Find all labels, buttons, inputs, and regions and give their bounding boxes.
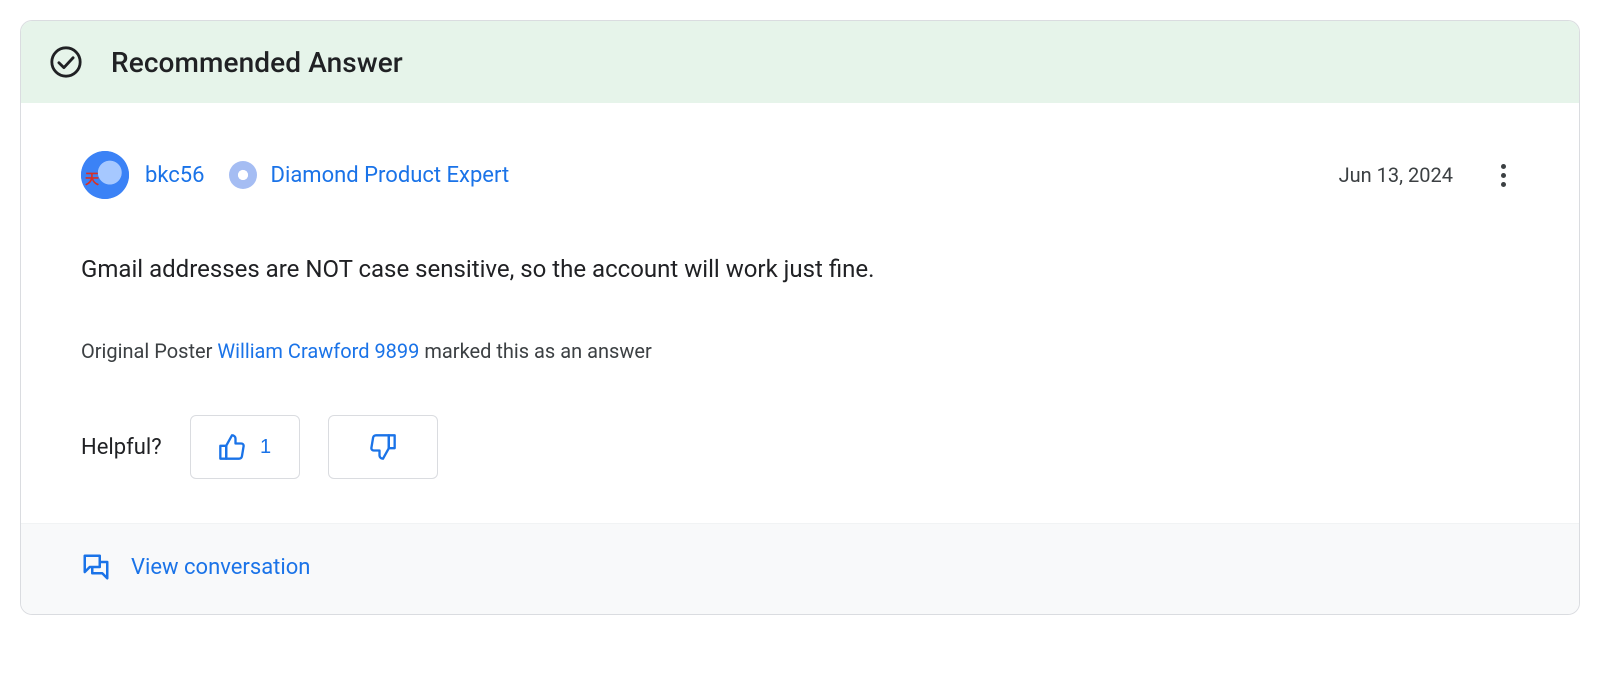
card-body: 天 bkc56 ✦ Diamond Product Expert Jun 13,… [21,103,1579,523]
view-conversation-button[interactable]: View conversation [81,552,310,582]
answer-body: Gmail addresses are NOT case sensitive, … [81,251,1519,287]
card-footer: View conversation [21,523,1579,614]
downvote-button[interactable] [328,415,438,479]
marked-as-answer-row: Original Poster William Crawford 9899 ma… [81,339,1519,363]
original-poster-link[interactable]: William Crawford 9899 [217,339,419,363]
helpful-row: Helpful? 1 [81,415,1519,479]
author-avatar[interactable]: 天 [81,151,129,199]
expert-badge[interactable]: ✦ Diamond Product Expert [229,161,510,189]
more-options-button[interactable] [1487,159,1519,191]
header-title: Recommended Answer [111,46,403,79]
diamond-badge-icon: ✦ [229,161,257,189]
upvote-count: 1 [260,436,271,459]
checkmark-circle-icon [49,45,83,79]
thumbs-up-icon [218,433,246,461]
marked-suffix: marked this as an answer [419,339,651,363]
recommended-answer-card: Recommended Answer 天 bkc56 ✦ Diamond Pro… [20,20,1580,615]
post-date: Jun 13, 2024 [1339,163,1453,187]
meta-row: 天 bkc56 ✦ Diamond Product Expert Jun 13,… [81,151,1519,199]
helpful-label: Helpful? [81,435,162,460]
upvote-button[interactable]: 1 [190,415,300,479]
author-link[interactable]: bkc56 [145,163,205,188]
expert-badge-label: Diamond Product Expert [271,163,510,188]
thumbs-down-icon [369,433,397,461]
card-header: Recommended Answer [21,21,1579,103]
marked-prefix: Original Poster [81,339,217,363]
conversation-icon [81,552,111,582]
view-conversation-label: View conversation [131,555,310,580]
